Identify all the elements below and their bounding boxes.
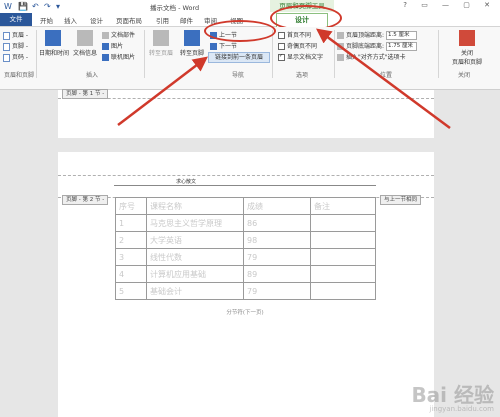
arrow-to-link-button [117,56,208,126]
arrow-to-design-tab [315,28,451,130]
annotation-arrows [117,28,451,130]
baidu-watermark: Bai 经验 jingyan.baidu.com [411,383,494,413]
